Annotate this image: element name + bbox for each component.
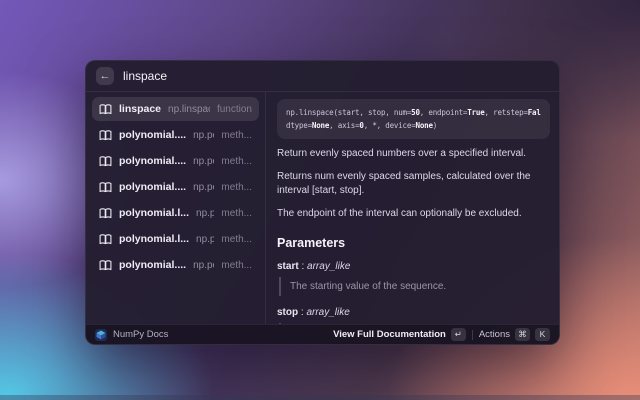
wallpaper-bottom-strip	[0, 395, 640, 400]
book-icon	[99, 233, 112, 246]
list-item[interactable]: polynomial.l... np.polyn... meth...	[92, 227, 259, 251]
view-full-documentation-label: View Full Documentation	[333, 329, 446, 340]
book-icon	[99, 155, 112, 168]
numpy-logo-icon	[95, 329, 107, 341]
param-name: start	[277, 261, 299, 272]
result-subtitle: np.polyn...	[196, 234, 214, 245]
return-key-icon: ↵	[451, 328, 466, 341]
parameters-heading: Parameters	[277, 236, 550, 250]
detail-panel[interactable]: np.linspace(start, stop, num=50, endpoin…	[266, 92, 559, 324]
desktop-background: ← linspace np.linspace function polynomi…	[0, 0, 640, 400]
param-header: start : array_like	[277, 261, 550, 272]
list-item[interactable]: linspace np.linspace function	[92, 97, 259, 121]
book-icon	[99, 181, 112, 194]
back-arrow-icon: ←	[100, 70, 111, 82]
result-title: polynomial....	[119, 181, 186, 193]
result-title: polynomial....	[119, 259, 186, 271]
list-item[interactable]: polynomial.... np.polyn... meth...	[92, 149, 259, 173]
footer-actions: View Full Documentation ↵ Actions ⌘ K	[333, 328, 550, 341]
doc-paragraph: Return evenly spaced numbers over a spec…	[277, 147, 550, 162]
book-icon	[99, 103, 112, 116]
list-item[interactable]: polynomial.... np.polyn... meth...	[92, 123, 259, 147]
code-signature: np.linspace(start, stop, num=50, endpoin…	[277, 99, 550, 139]
actions-label: Actions	[479, 329, 510, 340]
k-key-icon: K	[535, 328, 550, 341]
doc-paragraph: Returns num evenly spaced samples, calcu…	[277, 170, 550, 199]
result-subtitle: np.polyn...	[193, 130, 214, 141]
window-body: linspace np.linspace function polynomial…	[86, 92, 559, 324]
command-key-icon: ⌘	[515, 328, 530, 341]
docs-launcher-window: ← linspace np.linspace function polynomi…	[85, 60, 560, 345]
search-input[interactable]	[123, 69, 343, 83]
result-subtitle: np.polyn...	[193, 182, 214, 193]
result-title: polynomial....	[119, 155, 186, 167]
result-title: polynomial....	[119, 129, 186, 141]
result-title: polynomial.l...	[119, 233, 189, 245]
param-header: stop : array_like	[277, 307, 550, 318]
result-type: meth...	[221, 130, 252, 141]
param-description: The starting value of the sequence.	[279, 277, 550, 296]
result-subtitle: np.polyn...	[196, 208, 214, 219]
book-icon	[99, 129, 112, 142]
doc-paragraph: The endpoint of the interval can optiona…	[277, 207, 550, 222]
window-header: ←	[86, 61, 559, 92]
view-full-documentation-button[interactable]: View Full Documentation ↵	[333, 328, 466, 341]
footer-divider	[472, 330, 473, 340]
result-title: linspace	[119, 103, 161, 115]
list-item[interactable]: polynomial.... np.polyn... meth...	[92, 253, 259, 277]
result-subtitle: np.polyn...	[193, 156, 214, 167]
result-type: meth...	[221, 208, 252, 219]
result-type: meth...	[221, 182, 252, 193]
result-type: meth...	[221, 156, 252, 167]
param-separator: :	[299, 261, 307, 272]
list-item[interactable]: polynomial.l... np.polyn... meth...	[92, 201, 259, 225]
code-signature-line: dtype=None, axis=0, *, device=None)	[286, 119, 541, 132]
result-subtitle: np.linspace	[168, 104, 210, 115]
param-type: array_like	[306, 307, 349, 318]
result-subtitle: np.polyn...	[193, 260, 214, 271]
footer-bar: NumPy Docs View Full Documentation ↵ Act…	[86, 324, 559, 344]
param-description: The end value of the sequence, unless en…	[279, 323, 550, 324]
result-title: polynomial.l...	[119, 207, 189, 219]
actions-button[interactable]: Actions ⌘ K	[479, 328, 550, 341]
results-panel: linspace np.linspace function polynomial…	[86, 92, 266, 324]
result-type: meth...	[221, 260, 252, 271]
param-name: stop	[277, 307, 298, 318]
result-type: meth...	[221, 234, 252, 245]
source-label: NumPy Docs	[113, 329, 168, 340]
book-icon	[99, 259, 112, 272]
param-type: array_like	[307, 261, 350, 272]
back-button[interactable]: ←	[96, 67, 114, 85]
code-signature-line: np.linspace(start, stop, num=50, endpoin…	[286, 106, 541, 119]
list-item[interactable]: polynomial.... np.polyn... meth...	[92, 175, 259, 199]
result-type: function	[217, 104, 252, 115]
book-icon	[99, 207, 112, 220]
